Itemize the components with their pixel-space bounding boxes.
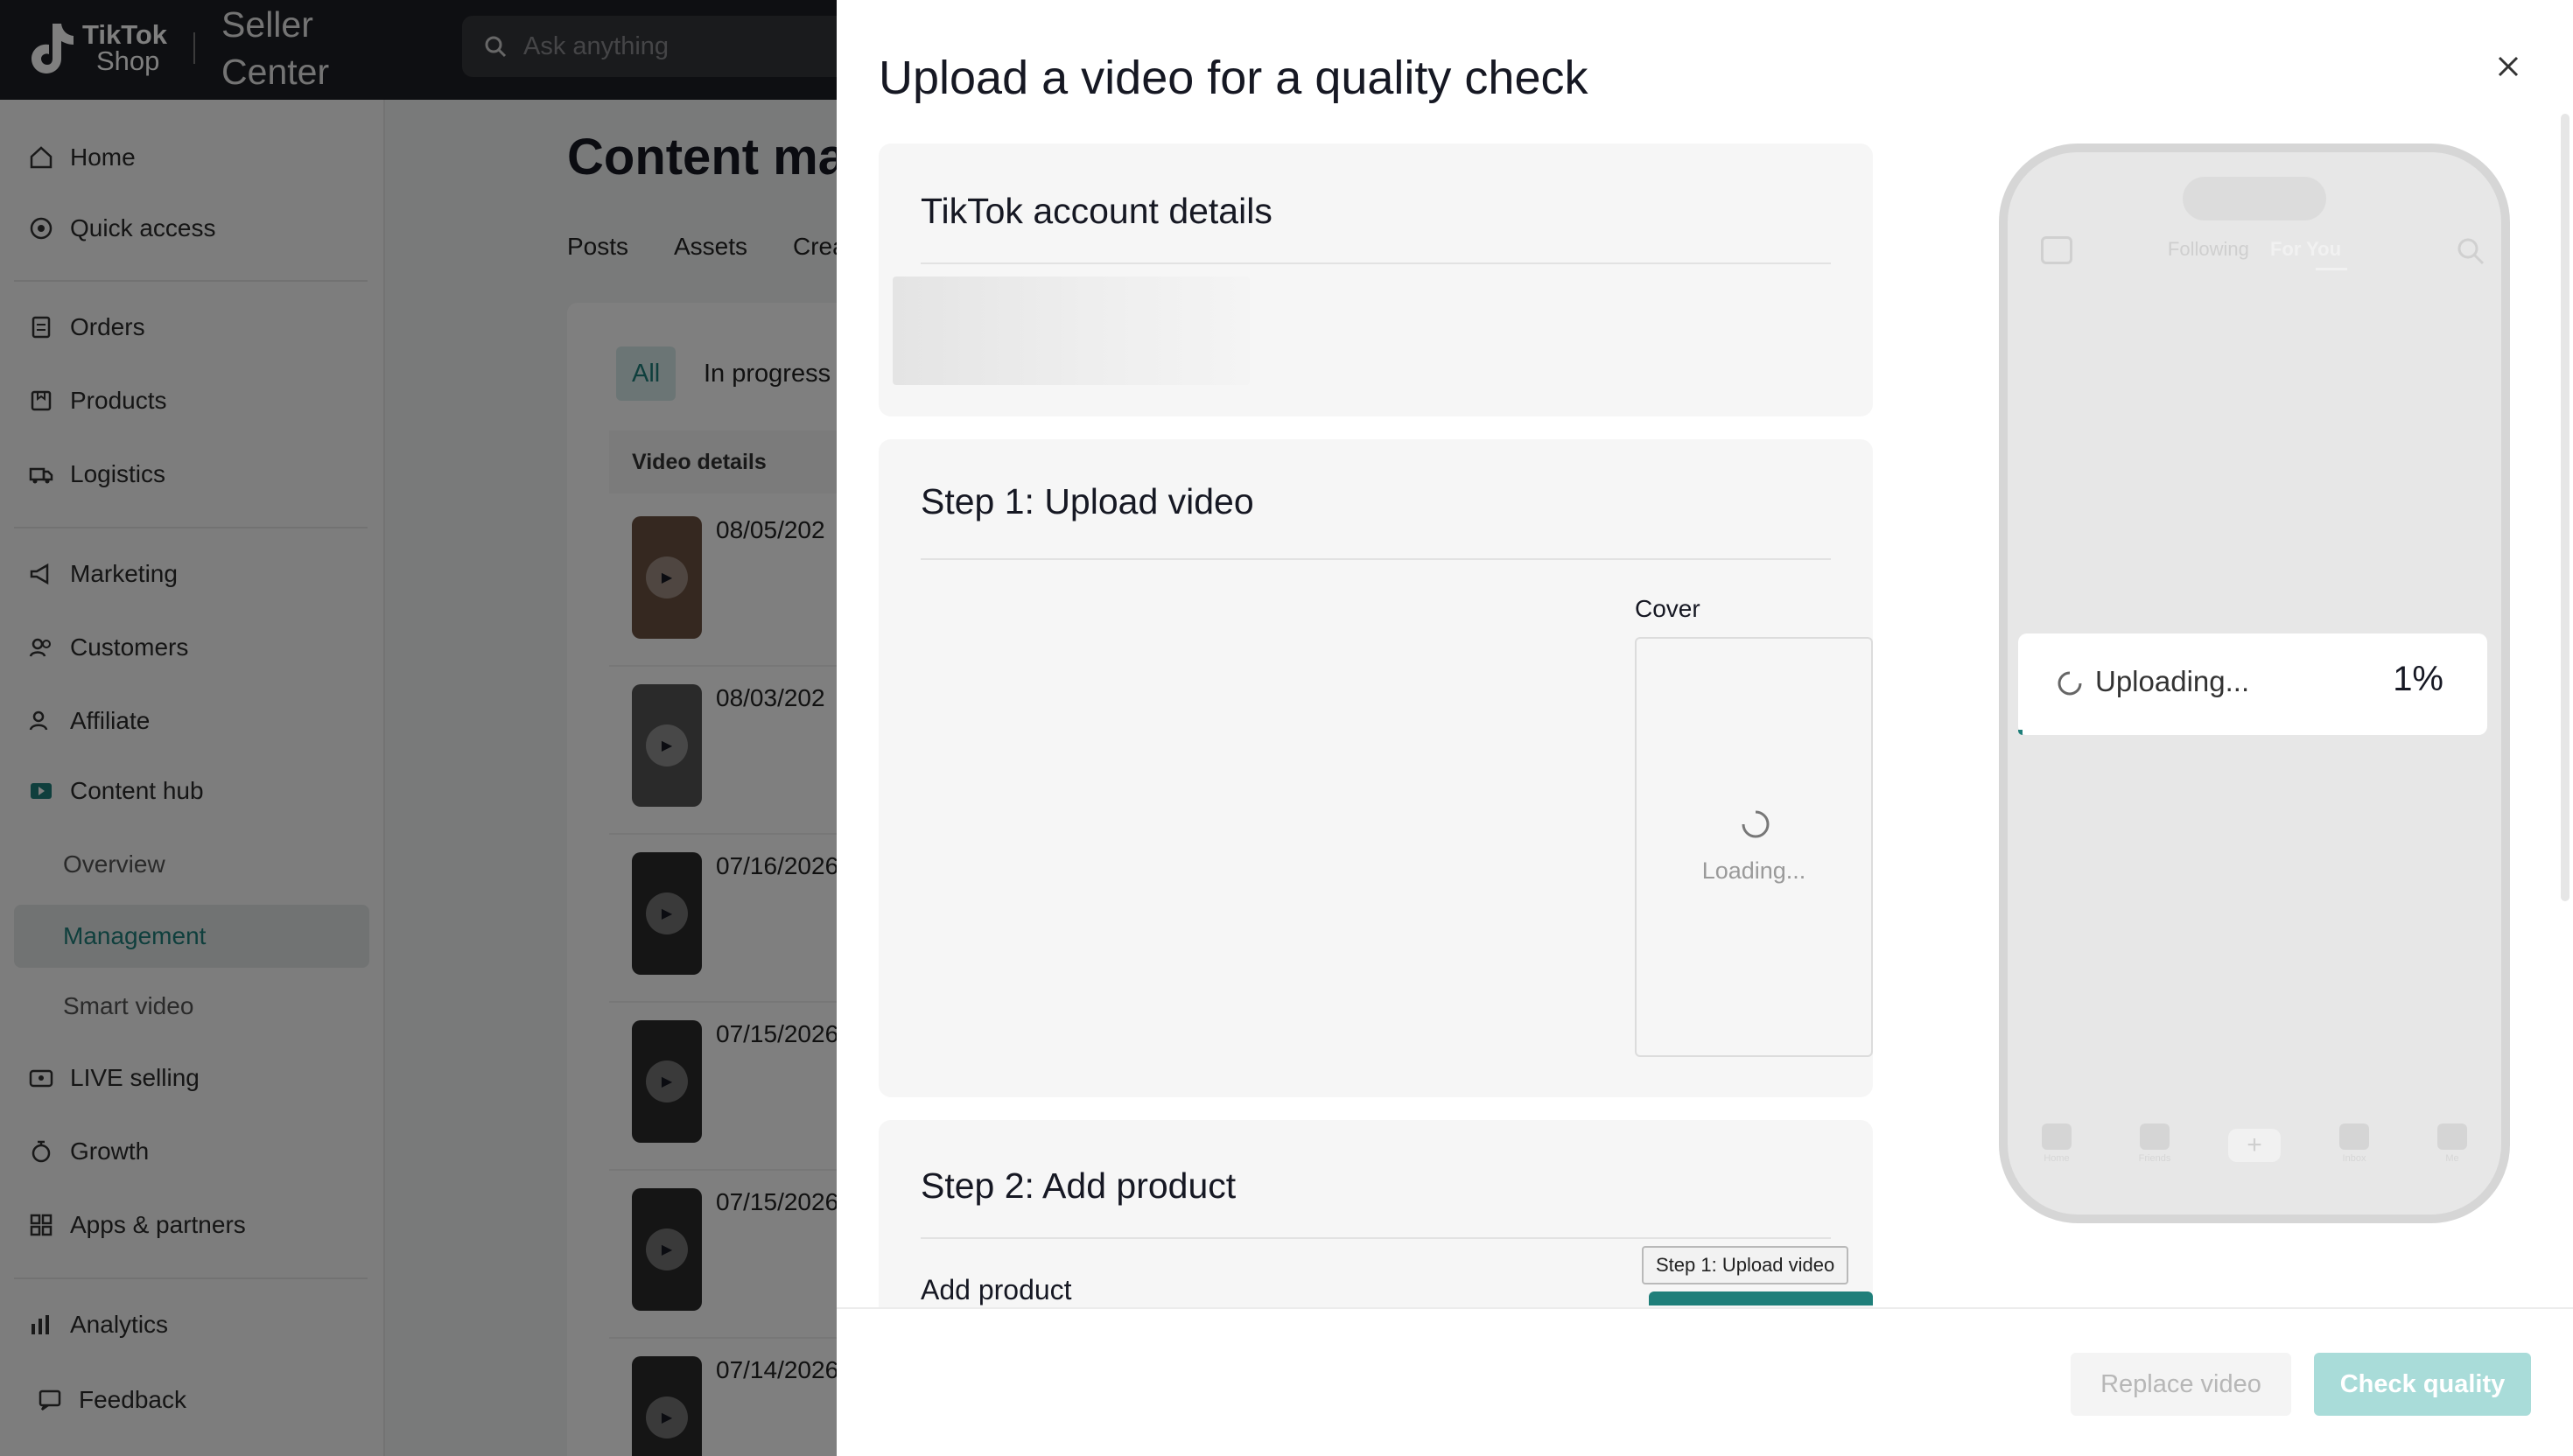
phone-nav-inbox: Inbox bbox=[2330, 1124, 2379, 1167]
drawer-title: Upload a video for a quality check bbox=[879, 52, 1588, 104]
drawer-footer: Replace video Check quality bbox=[837, 1307, 2573, 1456]
tooltip: Step 1: Upload video bbox=[1642, 1246, 1849, 1284]
profile-icon bbox=[2437, 1124, 2467, 1150]
scrollbar[interactable] bbox=[2561, 114, 2569, 901]
phone-notch bbox=[2183, 177, 2326, 220]
add-product-label: Add product bbox=[921, 1274, 1072, 1306]
phone-bottom-nav: Home Friends + Inbox Me bbox=[2008, 1124, 2501, 1167]
step2-title: Step 2: Add product bbox=[921, 1166, 1237, 1206]
close-button[interactable] bbox=[2491, 49, 2526, 84]
phone-nav-friends: Friends bbox=[2130, 1124, 2179, 1167]
upload-progress-card: Uploading... 1% bbox=[2018, 634, 2487, 735]
inbox-icon bbox=[2339, 1124, 2369, 1150]
upload-status-text: Uploading... bbox=[2095, 665, 2250, 697]
account-skeleton bbox=[893, 276, 1250, 385]
upload-drawer: Upload a video for a quality check TikTo… bbox=[837, 0, 2573, 1456]
upload-video-section: Step 1: Upload video Cover Loading... bbox=[879, 439, 1873, 1097]
loading-spinner-icon bbox=[1742, 810, 1770, 838]
phone-nav-home: Home bbox=[2032, 1124, 2081, 1167]
create-plus-icon: + bbox=[2228, 1129, 2281, 1162]
phone-nav-me: Me bbox=[2428, 1124, 2477, 1167]
add-product-button[interactable] bbox=[1649, 1292, 1873, 1306]
phone-tab-following: Following bbox=[2167, 238, 2249, 260]
section-divider bbox=[921, 1237, 1831, 1239]
cover-preview[interactable]: Loading... bbox=[1635, 637, 1873, 1057]
cover-loading-text: Loading... bbox=[1701, 858, 1806, 884]
account-details-title: TikTok account details bbox=[921, 191, 1272, 231]
home-icon bbox=[2042, 1124, 2072, 1150]
step1-title: Step 1: Upload video bbox=[921, 481, 1254, 522]
check-quality-button[interactable]: Check quality bbox=[2314, 1353, 2531, 1416]
phone-tab-for-you: For You bbox=[2269, 238, 2342, 260]
section-divider bbox=[921, 262, 1831, 264]
phone-tab-underline bbox=[2316, 268, 2347, 270]
friends-icon bbox=[2140, 1124, 2170, 1150]
replace-video-button[interactable]: Replace video bbox=[2071, 1353, 2291, 1416]
account-details-section: TikTok account details bbox=[879, 144, 1873, 416]
loading-spinner-icon bbox=[2058, 671, 2082, 696]
cover-label: Cover bbox=[1635, 595, 1700, 622]
phone-search-icon bbox=[2457, 238, 2485, 265]
close-icon bbox=[2498, 56, 2519, 77]
section-divider bbox=[921, 558, 1831, 560]
upload-percent: 1% bbox=[2393, 660, 2443, 698]
